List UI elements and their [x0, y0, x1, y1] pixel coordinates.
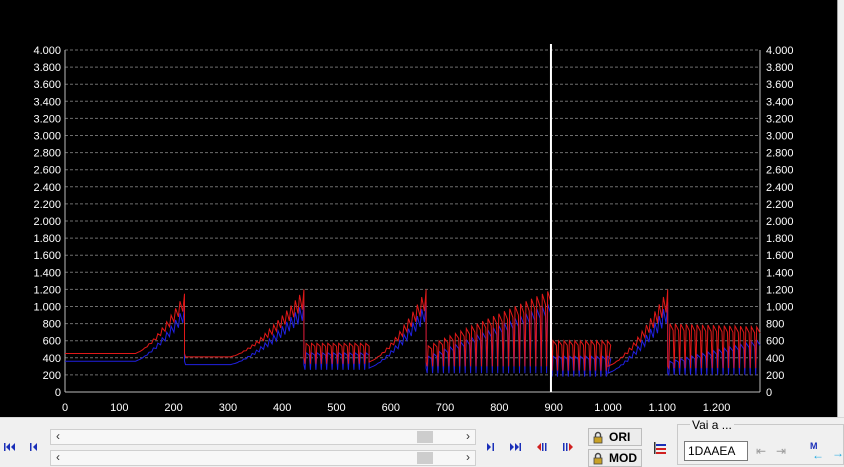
y-tick-label-left: 600: [43, 336, 61, 348]
arrow-left-icon[interactable]: ←: [812, 448, 824, 462]
y-tick-label-left: 2.600: [33, 165, 61, 177]
x-tick-label: 1.000: [594, 402, 622, 414]
y-tick-label-right: 200: [766, 370, 784, 382]
x-tick-label: 200: [164, 402, 182, 414]
y-tick-label-left: 2.000: [33, 216, 61, 228]
address-input[interactable]: [684, 441, 748, 461]
skip-to-end-icon[interactable]: [505, 437, 525, 457]
x-tick-label: 0: [62, 402, 68, 414]
goto-label: Vai a ...: [690, 418, 734, 432]
lock-icon: [593, 431, 603, 443]
x-tick-label: 800: [490, 402, 508, 414]
y-tick-label-left: 1.600: [33, 250, 61, 262]
y-tick-label-left: 3.800: [33, 62, 61, 74]
y-tick-label-right: 1.600: [766, 250, 794, 262]
chevron-left-icon[interactable]: ‹: [51, 451, 65, 465]
y-tick-label-right: 600: [766, 336, 784, 348]
y-tick-label-left: 1.200: [33, 284, 61, 296]
y-tick-label-left: 3.200: [33, 113, 61, 125]
y-tick-label-right: 3.600: [766, 79, 794, 91]
previous-difference-icon[interactable]: [532, 437, 552, 457]
align-right-icon[interactable]: ⇥: [776, 444, 786, 458]
ori-label: ORI: [609, 430, 631, 444]
y-tick-label-right: 3.000: [766, 131, 794, 143]
y-tick-label-right: 2.400: [766, 182, 794, 194]
y-tick-label-right: 4.000: [766, 45, 794, 57]
y-tick-label-right: 1.800: [766, 233, 794, 245]
y-tick-label-left: 400: [43, 353, 61, 365]
step-back-icon[interactable]: [24, 437, 44, 457]
x-tick-label: 1.100: [649, 402, 677, 414]
y-tick-label-left: 2.400: [33, 182, 61, 194]
y-tick-label-right: 3.400: [766, 96, 794, 108]
y-tick-label-left: 0: [55, 387, 61, 399]
align-left-icon[interactable]: ⇤: [756, 444, 766, 458]
x-tick-label: 600: [382, 402, 400, 414]
y-tick-label-right: 1.200: [766, 284, 794, 296]
x-tick-label: 100: [110, 402, 128, 414]
y-tick-label-left: 200: [43, 370, 61, 382]
x-tick-label: 700: [436, 402, 454, 414]
y-tick-label-left: 3.400: [33, 96, 61, 108]
mod-label: MOD: [609, 451, 637, 465]
x-tick-label: 500: [327, 402, 345, 414]
chevron-right-icon[interactable]: ›: [461, 430, 475, 444]
ori-lock-button[interactable]: ORI: [588, 428, 642, 446]
arrow-right-icon[interactable]: →: [832, 446, 844, 460]
y-tick-label-left: 2.800: [33, 148, 61, 160]
x-tick-label: 400: [273, 402, 291, 414]
line-chart[interactable]: 0 0200 200400 400600 600800 8001.000 1.0001.20…: [0, 0, 837, 417]
y-tick-label-right: 1.000: [766, 302, 794, 314]
y-tick-label-right: 2.600: [766, 165, 794, 177]
y-tick-label-left: 4.000: [33, 45, 61, 57]
mod-lock-button[interactable]: MOD: [588, 449, 642, 467]
y-tick-label-right: 2.000: [766, 216, 794, 228]
x-tick-label: 900: [544, 402, 562, 414]
horizontal-scrollbar-bottom[interactable]: ‹ ›: [50, 450, 476, 466]
y-tick-label-right: 400: [766, 353, 784, 365]
y-tick-label-right: 1.400: [766, 267, 794, 279]
y-tick-label-left: 1.400: [33, 267, 61, 279]
y-tick-label-right: 3.200: [766, 113, 794, 125]
y-tick-label-left: 3.000: [33, 131, 61, 143]
x-tick-label: 300: [219, 402, 237, 414]
scroll-thumb[interactable]: [417, 431, 433, 443]
scroll-thumb[interactable]: [417, 452, 433, 464]
y-tick-label-left: 1.000: [33, 302, 61, 314]
next-difference-icon[interactable]: [558, 437, 578, 457]
y-tick-label-left: 1.800: [33, 233, 61, 245]
x-tick-label: 1.200: [703, 402, 731, 414]
skip-to-start-icon[interactable]: [0, 437, 20, 457]
panel-splitter[interactable]: [837, 0, 844, 417]
y-tick-label-right: 2.200: [766, 199, 794, 211]
y-tick-label-left: 2.200: [33, 199, 61, 211]
lock-icon: [593, 452, 603, 464]
compare-icon[interactable]: [650, 438, 670, 458]
y-tick-label-right: 800: [766, 319, 784, 331]
y-tick-label-right: 3.800: [766, 62, 794, 74]
chart-area: 0 0 200 200 400 400 600 600 800 800 1.000 1.000 1.20…: [0, 0, 837, 417]
y-tick-label-left: 800: [43, 319, 61, 331]
horizontal-scrollbar-top[interactable]: ‹ ›: [50, 429, 476, 445]
chevron-right-icon[interactable]: ›: [461, 451, 475, 465]
y-tick-label-left: 3.600: [33, 79, 61, 91]
chevron-left-icon[interactable]: ‹: [51, 430, 65, 444]
y-tick-label-right: 0: [766, 387, 772, 399]
y-tick-label-right: 2.800: [766, 148, 794, 160]
step-forward-icon[interactable]: [480, 437, 500, 457]
